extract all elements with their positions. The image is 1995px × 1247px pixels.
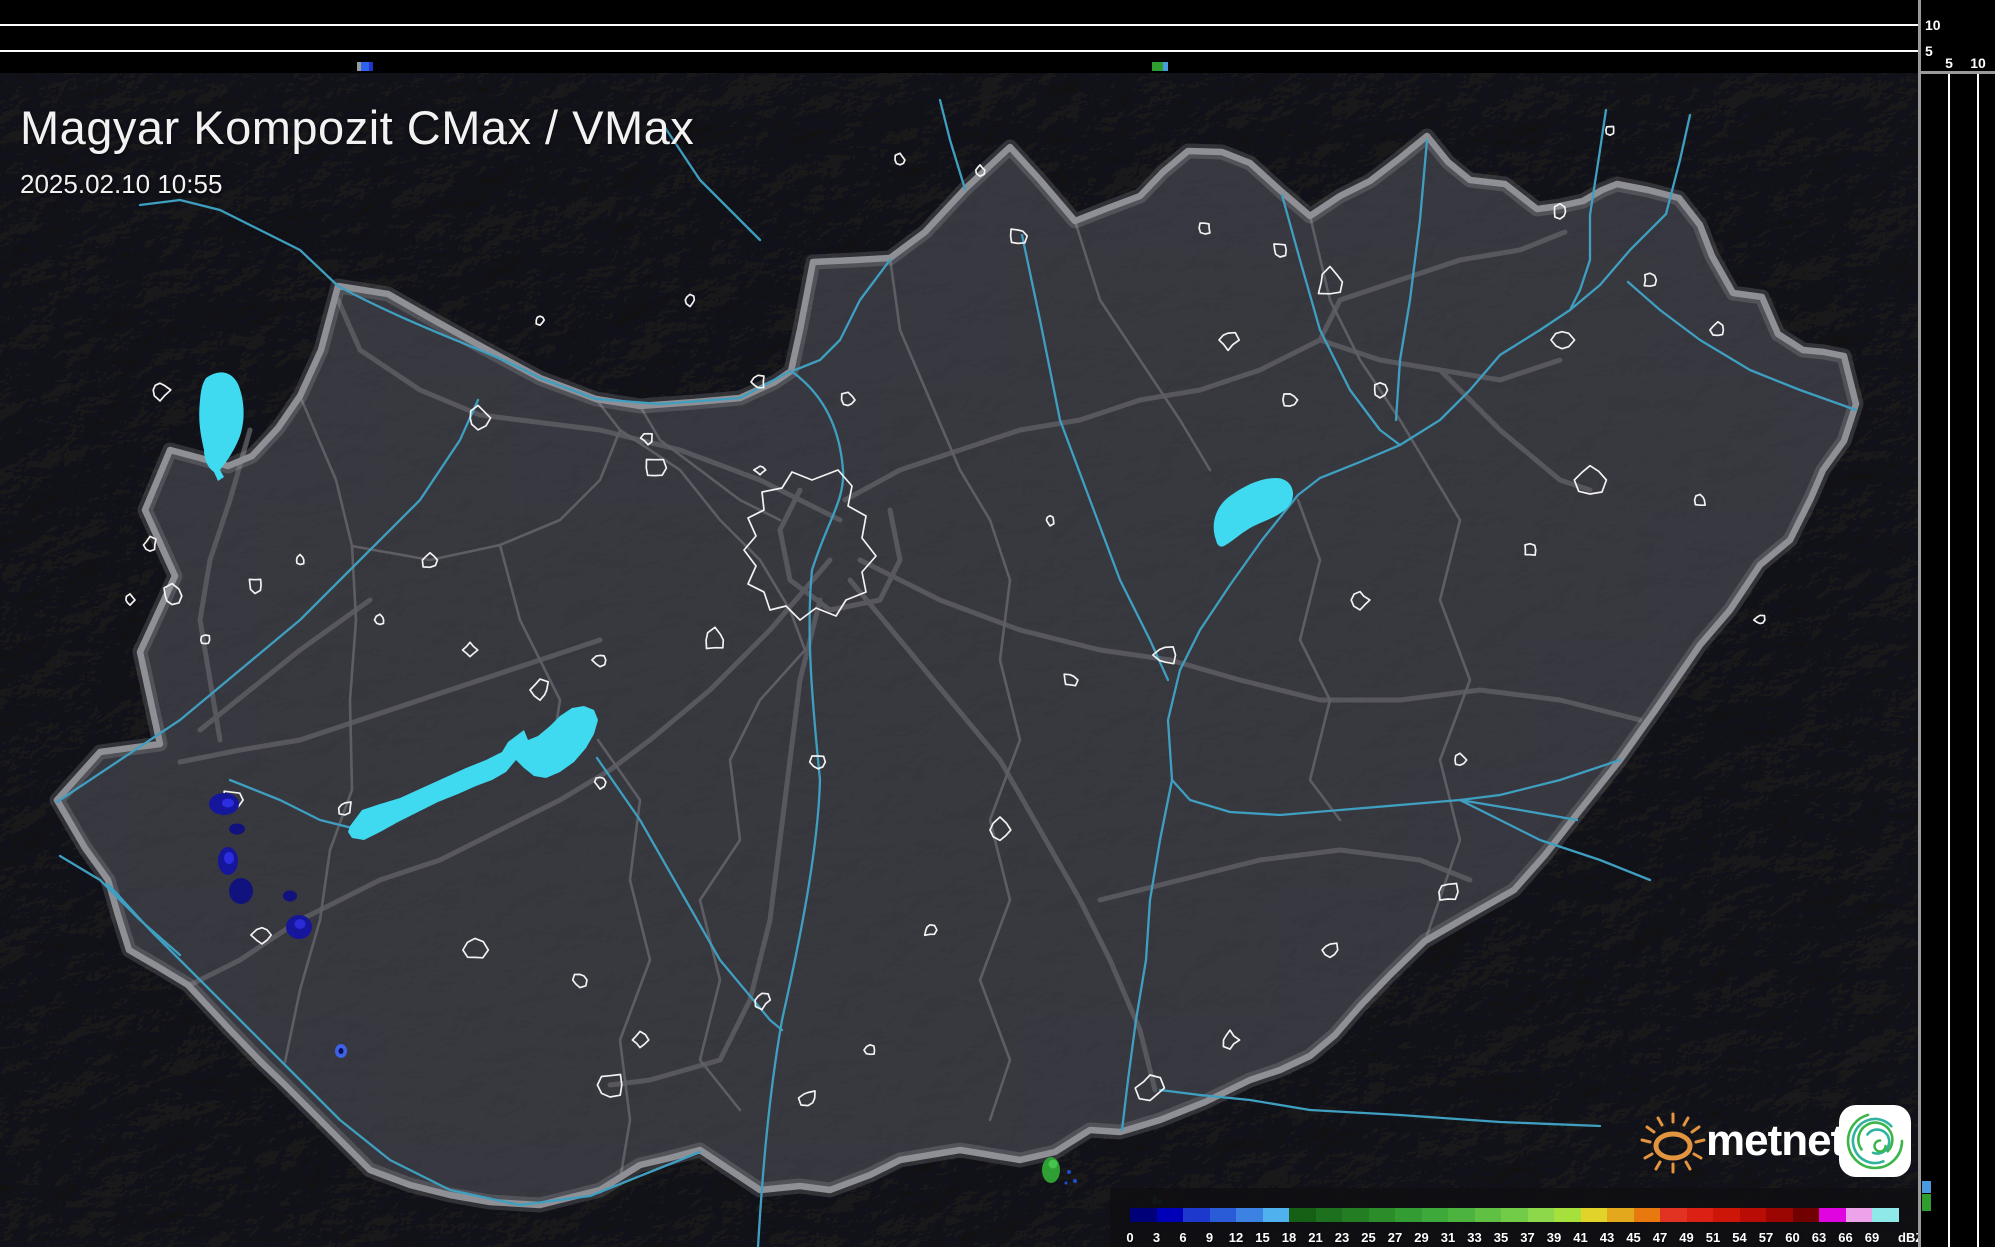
legend-cell: 18 (1282, 1208, 1316, 1245)
legend-tick: 45 (1626, 1230, 1641, 1245)
legend-tick: 15 (1255, 1230, 1270, 1245)
right-ruler-panel: 10 5 5 10 (1918, 0, 1995, 1247)
legend-cell: 57 (1759, 1208, 1793, 1245)
ruler-v-label: 5 (1945, 55, 1953, 71)
ruler-v-line (1977, 74, 1979, 1247)
radar-echo (283, 890, 297, 902)
radar-app-window: Magyar Kompozit CMax / VMax 2025.02.10 1… (0, 0, 1995, 1247)
legend-cell: 3 (1153, 1208, 1183, 1245)
legend-tick: 25 (1361, 1230, 1376, 1245)
legend-cell: 66 (1838, 1208, 1872, 1245)
legend-tick: 54 (1732, 1230, 1747, 1245)
legend-tick: 60 (1785, 1230, 1800, 1245)
timeline-rule (0, 50, 1920, 52)
ruler-axis-line (1920, 71, 1995, 74)
radar-echo (229, 823, 245, 835)
legend-tick: 33 (1467, 1230, 1482, 1245)
legend-cell: 39 (1547, 1208, 1581, 1245)
timeline-bar[interactable] (0, 0, 1920, 73)
radar-echo (294, 919, 306, 929)
legend-tick: 57 (1758, 1230, 1774, 1245)
radar-echo (224, 852, 234, 864)
radar-echo (1048, 1159, 1058, 1169)
legend-cell: 33 (1467, 1208, 1501, 1245)
timeline-marker (361, 62, 369, 71)
legend-cell: 63 (1812, 1208, 1846, 1245)
legend-cell: 15 (1255, 1208, 1289, 1245)
radar-echo (222, 798, 234, 808)
legend-tick: 18 (1281, 1230, 1297, 1245)
legend-tick: 49 (1679, 1230, 1694, 1245)
legend-cell: 54 (1732, 1208, 1766, 1245)
legend-tick: 21 (1308, 1230, 1323, 1245)
legend-cell: 9 (1206, 1208, 1236, 1245)
timeline-marker (1163, 62, 1168, 71)
dbz-scale: 0 3 6 9 12 15 18 21 23 25 27 29 31 33 35 37 39 41 43 45 47 49… (1126, 1208, 1899, 1245)
ruler-data-bar (1922, 1181, 1931, 1193)
ruler-h-label: 5 (1925, 43, 1933, 59)
radar-echo (1064, 1181, 1068, 1185)
legend-tick: 66 (1838, 1230, 1853, 1245)
legend-cell: 35 (1494, 1208, 1528, 1245)
metnet-wordmark: metnet (1706, 1116, 1845, 1165)
metnet-logo[interactable]: metnet (1640, 1100, 1920, 1188)
legend-tick: 51 (1705, 1230, 1721, 1245)
legend-tick: 29 (1414, 1230, 1429, 1245)
sun-icon (1640, 1112, 1706, 1174)
legend-tick: 27 (1387, 1230, 1403, 1245)
legend-tick: 0 (1126, 1230, 1134, 1245)
legend-tick: 6 (1179, 1230, 1187, 1245)
legend-tick: 43 (1599, 1230, 1615, 1245)
legend-cell: 69 (1865, 1208, 1899, 1245)
timeline-marker (1152, 62, 1163, 71)
legend-tick: 9 (1205, 1230, 1214, 1245)
legend-cell: 51 (1706, 1208, 1740, 1245)
radar-map (0, 73, 1920, 1247)
legend-cell: 47 (1653, 1208, 1687, 1245)
legend-tick: 31 (1440, 1230, 1456, 1245)
legend-cell: 0 (1126, 1208, 1157, 1245)
legend-tick: 3 (1152, 1230, 1161, 1245)
legend-tick: 41 (1573, 1230, 1588, 1245)
legend-tick: 35 (1493, 1230, 1509, 1245)
legend-cell: 21 (1308, 1208, 1342, 1245)
legend-cell: 31 (1441, 1208, 1475, 1245)
timeline-marker (369, 62, 373, 71)
legend-tick: 12 (1228, 1230, 1244, 1245)
radar-echo (338, 1048, 344, 1054)
legend-cell: 37 (1520, 1208, 1554, 1245)
map-header: Magyar Kompozit CMax / VMax 2025.02.10 1… (20, 100, 694, 200)
legend-cell: 29 (1414, 1208, 1448, 1245)
legend-cell: 41 (1573, 1208, 1607, 1245)
ruler-data-bar (1922, 1194, 1931, 1211)
legend-cell: 45 (1626, 1208, 1660, 1245)
ruler-v-line (1948, 74, 1950, 1247)
radar-echo (229, 878, 253, 904)
legend-tick: 69 (1864, 1230, 1880, 1245)
page-title: Magyar Kompozit CMax / VMax (20, 101, 695, 154)
legend-cell: 25 (1361, 1208, 1395, 1245)
timeline-rule (0, 24, 1920, 26)
legend-cell: 6 (1179, 1208, 1210, 1245)
legend-cell: 23 (1335, 1208, 1369, 1245)
ruler-h-label: 10 (1925, 17, 1941, 33)
timestamp: 2025.02.10 10:55 (20, 169, 223, 199)
legend-tick: 23 (1334, 1230, 1350, 1245)
legend-cell: 12 (1229, 1208, 1263, 1245)
ruler-v-label: 10 (1970, 55, 1986, 71)
legend-tick: 47 (1652, 1230, 1668, 1245)
metnet-app-icon (1839, 1105, 1911, 1177)
legend-cell: 60 (1785, 1208, 1819, 1245)
legend-tick: 39 (1546, 1230, 1562, 1245)
legend-cell: 43 (1600, 1208, 1634, 1245)
radar-echo (1073, 1179, 1077, 1183)
legend-tick: 37 (1520, 1230, 1535, 1245)
dbz-legend: 0 3 6 9 12 15 18 21 23 25 27 29 31 33 35 37 39 41 43 45 47 49… (1110, 1188, 1923, 1247)
radar-echo (1067, 1170, 1071, 1174)
legend-tick: 63 (1811, 1230, 1827, 1245)
panel-separator (1918, 0, 1921, 1247)
legend-cell: 27 (1388, 1208, 1422, 1245)
legend-cell: 49 (1679, 1208, 1713, 1245)
